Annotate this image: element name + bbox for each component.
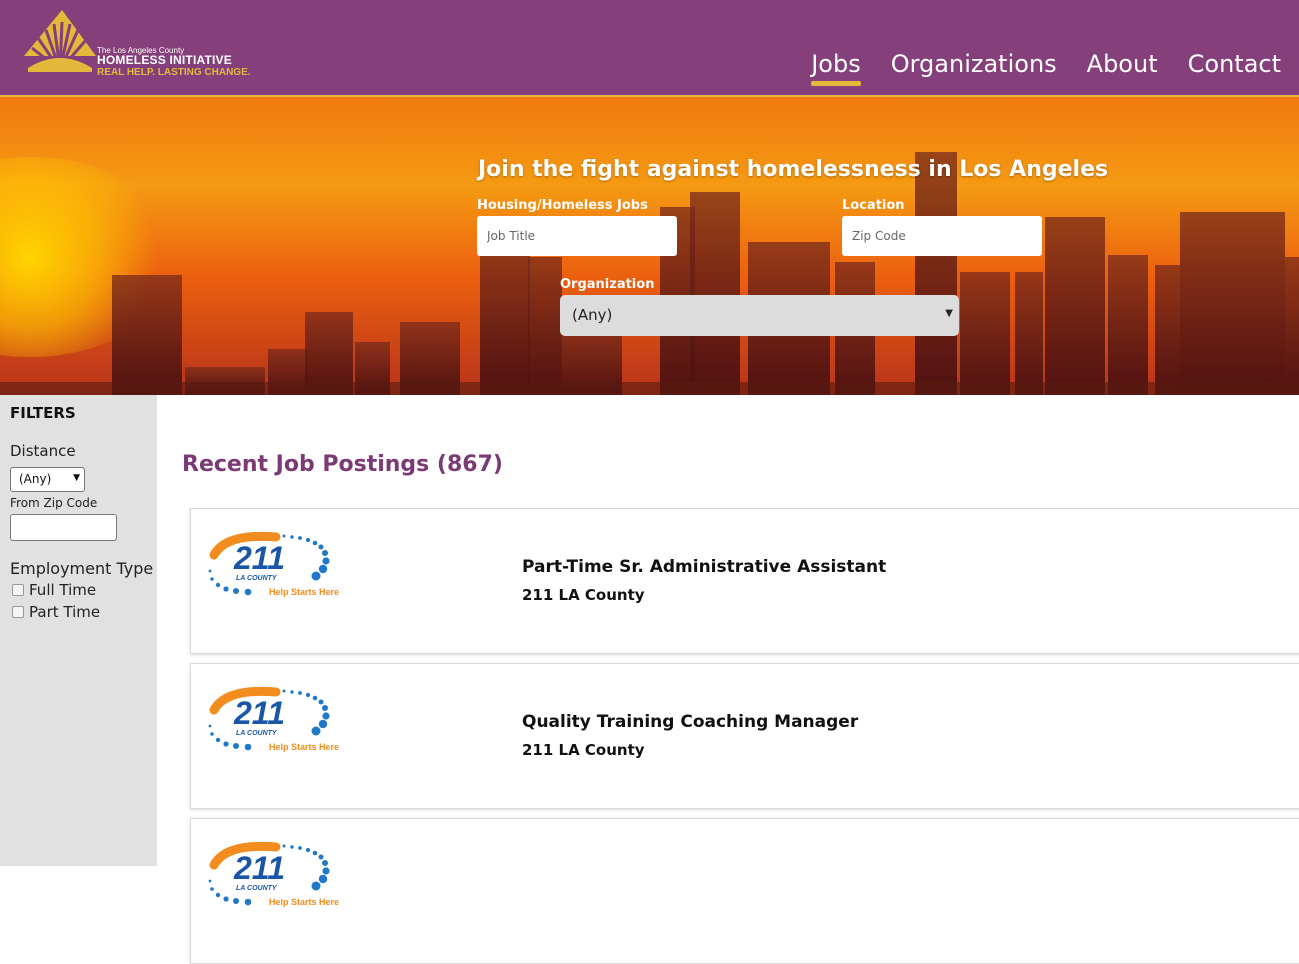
logo-211-text: 211: [233, 850, 285, 886]
211-la-county-logo: 211LA COUNTY Help Starts Here: [208, 841, 339, 907]
full-time-checkbox[interactable]: [12, 584, 24, 596]
full-time-label: Full Time: [29, 581, 97, 599]
employment-type-label: Employment Type: [10, 559, 154, 578]
job-card[interactable]: 211 LA COUNTY Help Starts Here Quality Trai…: [190, 663, 1299, 809]
job-organization: 211 LA County: [522, 586, 645, 604]
caret-down-icon: ▼: [73, 473, 80, 483]
homeless-initiative-logo[interactable]: The Los Angeles County HOMELESS INITIATI…: [22, 8, 282, 88]
job-title-link[interactable]: Quality Training Coaching Manager: [522, 712, 858, 732]
caret-down-icon: ▼: [945, 308, 953, 319]
nav-organizations[interactable]: Organizations: [891, 50, 1057, 78]
nav-jobs[interactable]: Jobs: [811, 50, 861, 86]
from-zip-label: From Zip Code: [10, 496, 98, 510]
logo-line-2: HOMELESS INITIATIVE: [97, 53, 232, 67]
hero-title: Join the fight against homelessness in L…: [478, 157, 1109, 182]
location-label: Location: [842, 198, 905, 213]
job-title-link[interactable]: Part-Time Sr. Administrative Assistant: [522, 557, 886, 577]
211-la-county-logo: 211LA COUNTY Help Starts Here: [208, 686, 339, 752]
filters-sidebar: FILTERS Distance (Any) ▼ From Zip Code E…: [0, 395, 157, 866]
jobs-label: Housing/Homeless Jobs: [477, 198, 648, 213]
part-time-option[interactable]: Part Time: [12, 603, 100, 621]
logo-211-text: 211: [233, 695, 285, 731]
filters-title: FILTERS: [10, 404, 76, 422]
job-card[interactable]: 211 LA COUNTY Help Starts Here: [190, 818, 1299, 964]
logo-211-text: 211: [233, 540, 285, 576]
part-time-checkbox[interactable]: [12, 606, 24, 618]
211-la-county-logo: 211LA COUNTY Help Starts Here: [208, 531, 339, 597]
organization-select[interactable]: (Any) ▼: [560, 295, 959, 336]
job-title-input[interactable]: [477, 216, 677, 256]
sunburst-icon: [24, 10, 96, 72]
logo-la-county-text: LA COUNTY: [236, 885, 278, 892]
logo-tagline-text: Help Starts Here: [269, 587, 339, 597]
nav-contact[interactable]: Contact: [1188, 50, 1281, 78]
distance-select[interactable]: (Any) ▼: [10, 467, 85, 492]
job-card[interactable]: 211 LA COUNTY Help Starts Here Part-Time Sr…: [190, 508, 1299, 654]
logo-la-county-text: LA COUNTY: [236, 730, 278, 737]
job-organization: 211 LA County: [522, 741, 645, 759]
recent-postings-title: Recent Job Postings (867): [182, 452, 503, 477]
main-nav: Jobs Organizations About Contact: [811, 50, 1281, 86]
organization-selected-value: (Any): [572, 306, 613, 324]
logo-tagline: REAL HELP. LASTING CHANGE.: [97, 67, 251, 78]
zip-code-input[interactable]: [842, 216, 1042, 256]
site-header: The Los Angeles County HOMELESS INITIATI…: [0, 0, 1299, 97]
distance-label: Distance: [10, 442, 76, 460]
distance-selected-value: (Any): [19, 472, 52, 486]
logo-la-county-text: LA COUNTY: [236, 575, 278, 582]
from-zip-input[interactable]: [10, 514, 117, 541]
logo-tagline-text: Help Starts Here: [269, 897, 339, 907]
full-time-option[interactable]: Full Time: [12, 581, 96, 599]
part-time-label: Part Time: [29, 603, 101, 621]
hero-banner: Join the fight against homelessness in L…: [0, 97, 1299, 395]
logo-tagline-text: Help Starts Here: [269, 742, 339, 752]
organization-label: Organization: [560, 277, 655, 292]
nav-about[interactable]: About: [1087, 50, 1158, 78]
